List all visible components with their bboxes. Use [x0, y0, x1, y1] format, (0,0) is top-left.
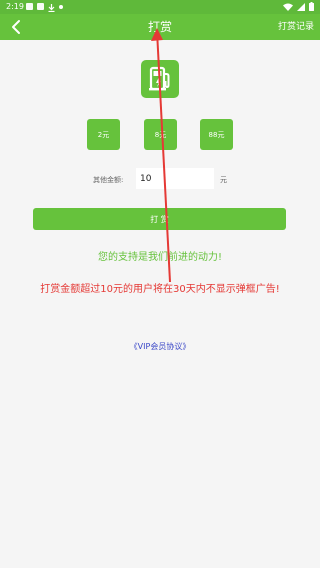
- notification-app-icon: [37, 3, 44, 10]
- status-time: 2:19: [6, 2, 24, 11]
- amount-option-label: 8元: [154, 130, 167, 139]
- notification-image-icon: [26, 3, 33, 10]
- amount-option-2[interactable]: 2元: [87, 119, 120, 150]
- reward-button[interactable]: 打 赏: [33, 208, 286, 230]
- reward-button-label: 打 赏: [150, 214, 169, 224]
- fuel-pump-icon: [141, 60, 179, 98]
- other-amount-input[interactable]: [136, 168, 214, 189]
- currency-unit-label: 元: [220, 176, 227, 184]
- ad-free-notice: 打赏金额超过10元的用户将在30天内不显示弹框广告!: [40, 284, 280, 295]
- amount-option-88[interactable]: 88元: [200, 119, 233, 150]
- other-amount-label: 其他金额:: [93, 176, 124, 184]
- support-message: 您的支持是我们前进的动力!: [97, 252, 222, 263]
- app-bar: 打赏 打赏记录: [0, 14, 320, 40]
- dot-icon: [59, 4, 63, 9]
- page-title: 打赏: [147, 20, 172, 34]
- amount-option-label: 88元: [208, 130, 225, 139]
- vip-agreement-link[interactable]: 《VIP会员协议》: [0, 341, 320, 352]
- reward-record-link[interactable]: 打赏记录: [278, 14, 314, 40]
- amount-option-8[interactable]: 8元: [144, 119, 177, 150]
- amount-option-label: 2元: [97, 130, 110, 139]
- status-bar: 2:19: [0, 0, 320, 14]
